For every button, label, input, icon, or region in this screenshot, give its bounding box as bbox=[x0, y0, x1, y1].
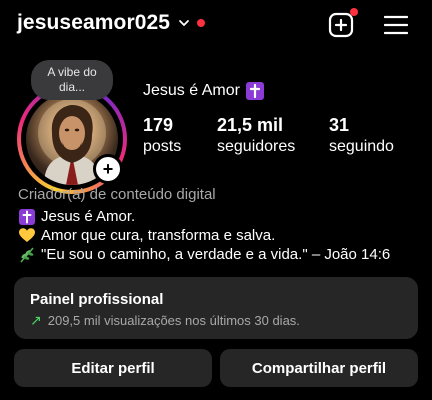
menu-button[interactable] bbox=[383, 14, 409, 36]
bio-line: Jesus é Amor. bbox=[18, 207, 390, 226]
bio-line: "Eu sou o caminho, a verdade e a vida." … bbox=[18, 245, 390, 264]
profile-category: Criador(a) de conteúdo digital bbox=[18, 186, 216, 203]
professional-dashboard[interactable]: Painel profissional ↗ 209,5 mil visualiz… bbox=[14, 277, 418, 339]
username: jesuseamor025 bbox=[17, 11, 171, 34]
new-post-notification-dot bbox=[350, 8, 358, 16]
bio-text: Amor que cura, transforma e salva. bbox=[41, 227, 276, 244]
latin-cross-icon bbox=[245, 82, 264, 100]
top-bar: jesuseamor025 bbox=[0, 0, 432, 52]
following-label: seguindo bbox=[329, 138, 394, 155]
views-summary: 209,5 mil visualizações nos últimos 30 d… bbox=[47, 313, 300, 328]
plus-icon: + bbox=[96, 157, 120, 181]
display-name-text: Jesus é Amor bbox=[143, 82, 240, 99]
professional-dashboard-subtitle: ↗ 209,5 mil visualizações nos últimos 30… bbox=[30, 312, 300, 329]
share-profile-button[interactable]: Compartilhar perfil bbox=[220, 349, 418, 387]
posts-count: 179 bbox=[143, 115, 174, 135]
profile-avatar[interactable]: + bbox=[17, 84, 127, 194]
edit-profile-button[interactable]: Editar perfil bbox=[14, 349, 212, 387]
posts-label: posts bbox=[143, 138, 182, 155]
bio: Jesus é Amor. Amor que cura, transforma … bbox=[18, 207, 390, 264]
bio-text: "Eu sou o caminho, a verdade e a vida." … bbox=[41, 246, 391, 263]
hamburger-menu-icon bbox=[383, 15, 409, 35]
followers-label: seguidores bbox=[217, 138, 296, 155]
notification-dot bbox=[197, 19, 206, 27]
following-stat[interactable]: 31 seguindo bbox=[329, 115, 394, 157]
note-text: A vibe do dia... bbox=[47, 65, 97, 94]
latin-cross-icon bbox=[18, 208, 36, 226]
add-story-button[interactable]: + bbox=[93, 154, 123, 184]
following-count: 31 bbox=[329, 115, 350, 135]
bio-text: Jesus é Amor. bbox=[41, 208, 136, 225]
professional-dashboard-title: Painel profissional bbox=[30, 291, 164, 308]
note-bubble[interactable]: A vibe do dia... bbox=[31, 60, 113, 100]
bio-line: Amor que cura, transforma e salva. bbox=[18, 226, 390, 245]
chevron-down-icon bbox=[179, 20, 189, 26]
display-name: Jesus é Amor bbox=[143, 82, 264, 100]
trend-up-icon: ↗ bbox=[30, 312, 42, 328]
yellow-heart-icon bbox=[18, 227, 36, 245]
followers-count: 21,5 mil bbox=[217, 115, 284, 135]
account-switcher[interactable]: jesuseamor025 bbox=[17, 11, 206, 35]
plus-square-icon bbox=[328, 12, 354, 38]
herb-icon bbox=[18, 246, 36, 264]
new-post-button[interactable] bbox=[328, 8, 358, 38]
posts-stat[interactable]: 179 posts bbox=[143, 115, 181, 157]
followers-stat[interactable]: 21,5 mil seguidores bbox=[217, 115, 295, 157]
